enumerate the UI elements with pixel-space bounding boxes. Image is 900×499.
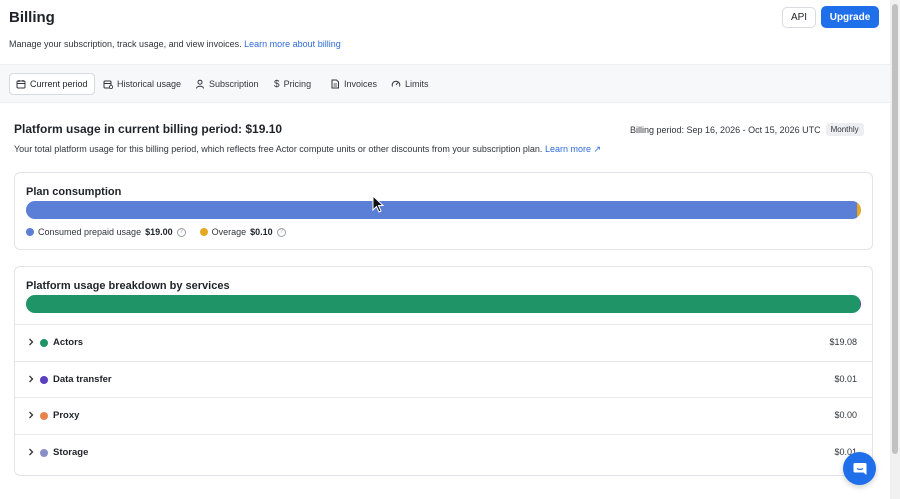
tab-label: Invoices xyxy=(344,79,378,89)
service-value: $0.01 xyxy=(834,373,857,384)
chat-icon xyxy=(853,462,866,475)
tab-label: Limits xyxy=(405,79,429,89)
chevron-right-icon[interactable] xyxy=(27,338,35,346)
consumed-segment xyxy=(26,201,857,219)
tab-pricing[interactable]: $ Pricing xyxy=(268,73,317,95)
chevron-right-icon[interactable] xyxy=(27,448,35,456)
billing-period: Billing period: Sep 16, 2026 - Oct 15, 2… xyxy=(630,123,864,136)
chat-support-button[interactable] xyxy=(843,452,876,485)
learn-more-link[interactable]: Learn more ↗ xyxy=(545,144,601,154)
document-icon xyxy=(331,79,339,89)
service-row-data-transfer[interactable]: Data transfer $0.01 xyxy=(15,360,872,398)
learn-more-billing-link[interactable]: Learn more about billing xyxy=(244,39,341,49)
service-name: Storage xyxy=(53,446,89,458)
tab-label: Pricing xyxy=(283,79,312,89)
service-color-dot xyxy=(40,375,48,384)
tab-invoices[interactable]: Invoices xyxy=(324,73,383,95)
tab-label: Current period xyxy=(30,79,88,89)
chevron-right-icon[interactable] xyxy=(27,411,35,419)
help-icon[interactable]: ? xyxy=(276,227,286,237)
legend-overage: Overage $0.10 ? xyxy=(199,227,286,237)
calendar-history-icon xyxy=(103,80,113,89)
service-row-storage[interactable]: Storage $0.01 xyxy=(15,433,872,471)
dollar-icon: $ xyxy=(274,78,280,90)
service-name: Actors xyxy=(53,337,84,348)
plan-consumption-bar xyxy=(26,201,861,219)
service-color-dot xyxy=(40,412,48,420)
scrollbar-thumb[interactable] xyxy=(892,4,898,454)
tab-limits[interactable]: Limits xyxy=(385,73,435,95)
service-name: Proxy xyxy=(53,410,80,421)
service-value: $19.08 xyxy=(829,337,857,347)
page-scrollbar[interactable] xyxy=(890,0,900,499)
usage-title: Platform usage in current billing period… xyxy=(14,122,283,136)
service-row-actors[interactable]: Actors $19.08 xyxy=(15,324,872,361)
help-icon[interactable]: ? xyxy=(176,227,186,237)
tab-bar: Current period Historical usage Subscrip… xyxy=(0,64,890,103)
tab-current-period[interactable]: Current period xyxy=(9,73,95,95)
service-row-proxy[interactable]: Proxy $0.00 xyxy=(15,397,872,434)
legend-dot xyxy=(199,228,208,236)
plan-legend: Consumed prepaid usage $19.00 ? Overage … xyxy=(26,227,286,237)
status-badge: Monthly xyxy=(825,123,864,136)
legend-value: $0.10 xyxy=(250,227,273,237)
user-icon xyxy=(196,79,204,89)
legend-consumed: Consumed prepaid usage $19.00 ? xyxy=(26,227,186,237)
service-segment xyxy=(26,295,861,313)
service-value: $0.00 xyxy=(834,410,857,420)
billing-period-text: Billing period: Sep 16, 2026 - Oct 15, 2… xyxy=(630,124,821,135)
service-name: Data transfer xyxy=(53,373,112,385)
description-text: Your total platform usage for this billi… xyxy=(14,144,543,154)
legend-label: Overage xyxy=(211,227,247,237)
tab-label: Historical usage xyxy=(117,79,182,89)
tab-subscription[interactable]: Subscription xyxy=(189,73,265,95)
page-header: Billing Manage your subscription, track … xyxy=(0,0,890,64)
tab-historical-usage[interactable]: Historical usage xyxy=(97,73,187,95)
services-breakdown-card: Platform usage breakdown by services Act… xyxy=(14,266,873,476)
subtitle-text: Manage your subscription, track usage, a… xyxy=(9,39,242,49)
gauge-icon xyxy=(391,80,401,87)
usage-description: Your total platform usage for this billi… xyxy=(14,144,601,155)
services-usage-bar xyxy=(26,295,861,313)
tab-label: Subscription xyxy=(209,79,259,89)
chevron-right-icon[interactable] xyxy=(27,375,35,383)
page-subtitle: Manage your subscription, track usage, a… xyxy=(9,39,341,49)
calendar-icon xyxy=(16,80,26,89)
upgrade-button[interactable]: Upgrade xyxy=(821,6,879,28)
plan-consumption-title: Plan consumption xyxy=(26,186,122,198)
main-content: Platform usage in current billing period… xyxy=(0,104,890,499)
plan-consumption-card: Plan consumption Consumed prepaid usage … xyxy=(14,172,873,250)
services-breakdown-title: Platform usage breakdown by services xyxy=(26,280,230,292)
overage-segment xyxy=(856,201,861,219)
page-title: Billing xyxy=(9,9,55,26)
legend-value: $19.00 xyxy=(145,227,173,237)
api-button[interactable]: API xyxy=(782,7,816,28)
service-color-dot xyxy=(40,339,48,347)
mouse-cursor-icon xyxy=(372,195,384,213)
services-list: Actors $19.08 Data transfer $0.01 Proxy $0.00… xyxy=(15,324,872,470)
service-color-dot xyxy=(40,448,48,457)
legend-label: Consumed prepaid usage xyxy=(38,227,142,237)
legend-dot xyxy=(26,228,34,236)
